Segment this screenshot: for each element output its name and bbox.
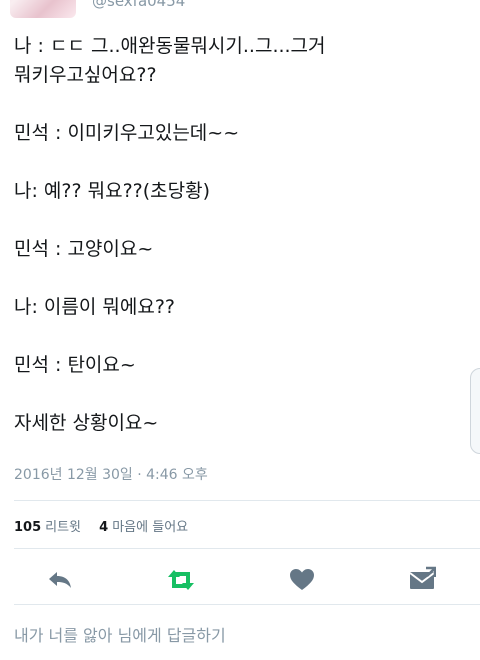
reply-button[interactable] bbox=[46, 566, 74, 594]
like-button[interactable] bbox=[288, 566, 316, 594]
like-count: 4 bbox=[99, 520, 109, 535]
tweet-line: 민석 : 탄이요~ bbox=[14, 354, 136, 376]
heart-icon bbox=[290, 569, 314, 590]
reply-icon bbox=[49, 572, 71, 588]
tweet-line: 자세한 상황이요~ bbox=[14, 412, 159, 434]
tweet-header: @sexfa0454 bbox=[0, 0, 480, 18]
tweet-line: 나 : ㄷㄷ 그..애완동물뭐시기..그...그거 bbox=[14, 35, 326, 57]
scrollbar[interactable] bbox=[470, 368, 480, 454]
tweet-line: 나: 이름이 뭐에요?? bbox=[14, 296, 176, 318]
like-stat[interactable]: 4 마음에 들어요 bbox=[99, 520, 188, 535]
tweet-line: 민석 : 고양이요~ bbox=[14, 238, 154, 260]
divider bbox=[14, 500, 480, 501]
tweet-line: 뭐키우고싶어요?? bbox=[14, 64, 157, 86]
tweet-text: 나 : ㄷㄷ 그..애완동물뭐시기..그...그거 뭐키우고싶어요?? 민석 :… bbox=[14, 32, 466, 438]
tweet-actions bbox=[0, 562, 480, 598]
retweet-count: 105 bbox=[14, 520, 42, 535]
avatar[interactable] bbox=[10, 0, 76, 18]
tweet-timestamp[interactable]: 2016년 12월 30일 · 4:46 오후 bbox=[14, 464, 208, 484]
reply-input[interactable]: 내가 너를 앓아 님에게 답글하기 bbox=[14, 622, 226, 646]
retweet-icon bbox=[168, 570, 194, 590]
divider bbox=[14, 548, 480, 549]
direct-message-button[interactable] bbox=[408, 566, 436, 594]
retweet-stat[interactable]: 105 리트윗 bbox=[14, 520, 81, 535]
tweet-stats: 105 리트윗 4 마음에 들어요 bbox=[14, 516, 202, 535]
direct-message-icon bbox=[409, 566, 436, 589]
like-label: 마음에 들어요 bbox=[112, 520, 189, 535]
user-handle[interactable]: @sexfa0454 bbox=[92, 0, 185, 10]
retweet-label: 리트윗 bbox=[45, 520, 82, 535]
retweet-button[interactable] bbox=[166, 566, 194, 594]
tweet-line: 민석 : 이미키우고있는데~~ bbox=[14, 122, 240, 144]
tweet-line: 나: 예?? 뭐요??(초당황) bbox=[14, 180, 211, 202]
divider bbox=[14, 604, 480, 605]
